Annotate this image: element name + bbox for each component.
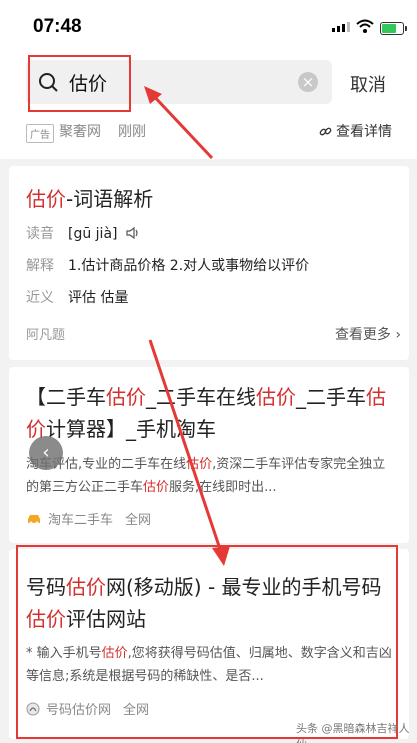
annotation-arrows (144, 86, 230, 566)
watermark: 头条 @黑暗森林吉祥人仙 (296, 722, 410, 743)
